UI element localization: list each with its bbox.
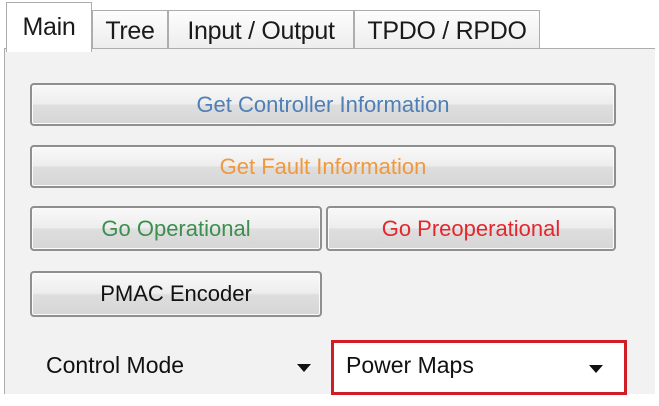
tab-tree[interactable]: Tree [92,10,168,50]
tab-main[interactable]: Main [6,2,92,52]
get-controller-information-button[interactable]: Get Controller Information [30,83,616,126]
dropdown-arrow-icon[interactable] [297,364,311,372]
dropdown-arrow-icon[interactable] [589,365,603,373]
control-mode-label: Control Mode [46,352,185,378]
pmac-encoder-button[interactable]: PMAC Encoder [30,271,322,317]
tab-input-output[interactable]: Input / Output [168,10,354,50]
app-window: Main Tree Input / Output TPDO / RPDO Get… [0,0,659,406]
tab-tpdo-rpdo[interactable]: TPDO / RPDO [354,10,540,50]
get-fault-information-button[interactable]: Get Fault Information [30,145,616,188]
tab-strip: Main Tree Input / Output TPDO / RPDO [4,0,655,52]
control-mode-select[interactable]: Power Maps [331,340,627,395]
control-mode-selected-value: Power Maps [346,352,474,378]
go-operational-button[interactable]: Go Operational [30,206,322,251]
go-preoperational-button[interactable]: Go Preoperational [326,206,616,251]
